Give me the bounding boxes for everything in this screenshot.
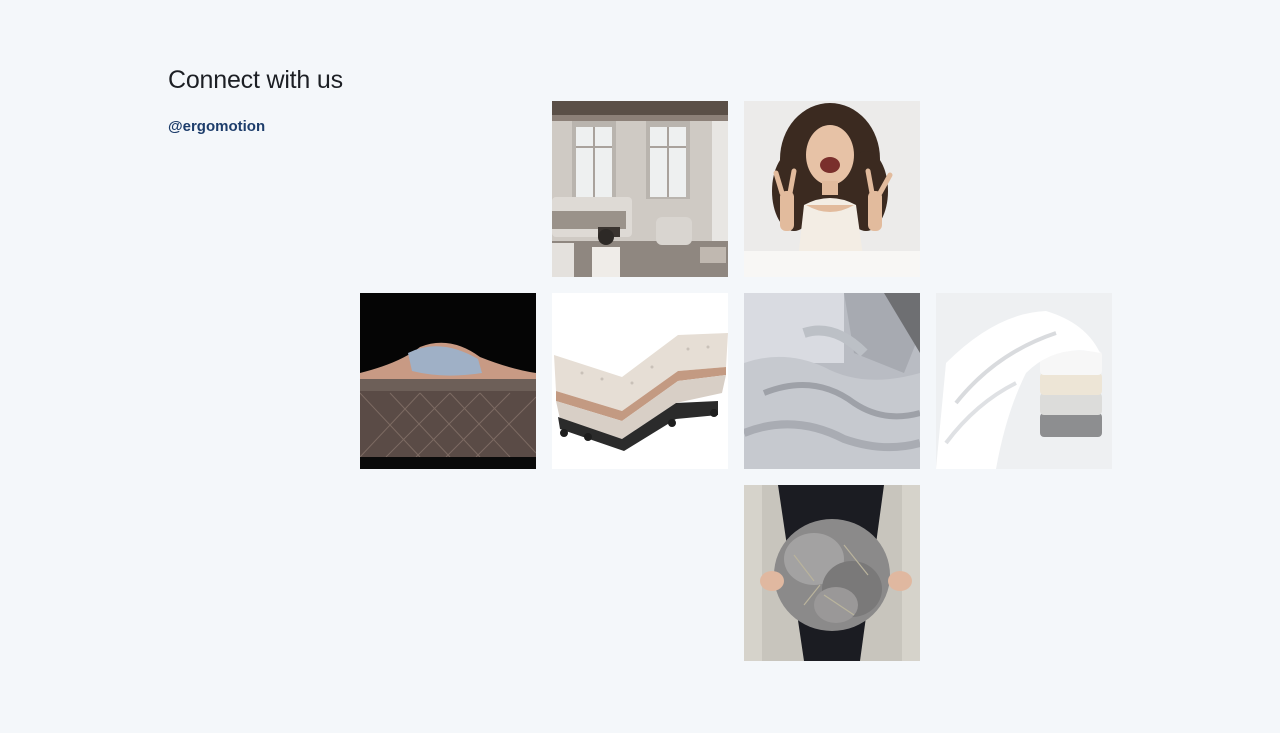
gallery-post-bedding[interactable] (744, 293, 920, 469)
smiling-woman-photo (744, 101, 920, 277)
gallery-post-wool[interactable] (744, 485, 920, 661)
grey-bedding-photo (744, 293, 920, 469)
mattress-closeup-photo (360, 293, 536, 469)
gallery-post-woman[interactable] (744, 101, 920, 277)
folded-sheets-photo (936, 293, 1112, 469)
gallery-post-adjustable-bed[interactable] (552, 293, 728, 469)
gallery-post-sheets[interactable] (936, 293, 1112, 469)
gallery-post-mattress[interactable] (360, 293, 536, 469)
bedroom-interior-photo (552, 101, 728, 277)
instagram-handle-link[interactable]: @ergomotion (168, 118, 265, 135)
gallery-post-bedroom[interactable] (552, 101, 728, 277)
adjustable-bed-photo (552, 293, 728, 469)
section-title: Connect with us (168, 66, 343, 94)
wool-fiber-photo (744, 485, 920, 661)
